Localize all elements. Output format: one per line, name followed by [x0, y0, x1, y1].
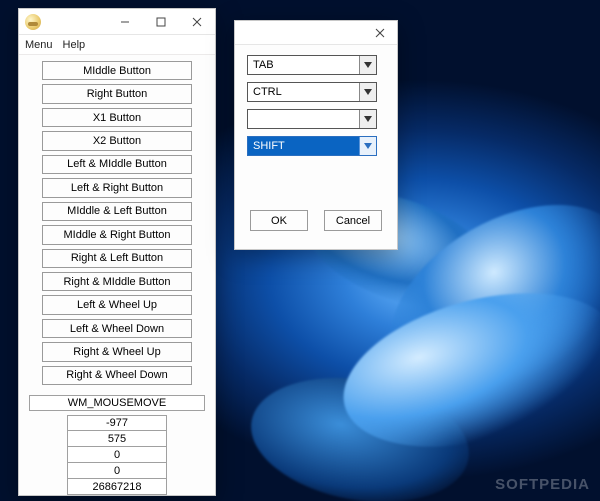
- app-icon: [25, 14, 41, 30]
- button-left-middle[interactable]: Left & MIddle Button: [42, 155, 192, 174]
- button-x2[interactable]: X2 Button: [42, 131, 192, 150]
- button-left-wheeldown[interactable]: Left & Wheel Down: [42, 319, 192, 338]
- minimize-button[interactable]: [107, 9, 143, 35]
- button-left-wheelup[interactable]: Left & Wheel Up: [42, 295, 192, 314]
- button-middle-left[interactable]: MIddle & Left Button: [42, 202, 192, 221]
- button-right-left[interactable]: Right & Left Button: [42, 249, 192, 268]
- key-dialog: TAB CTRL SHIFT OK Cancel: [234, 20, 398, 250]
- combo-value: TAB: [248, 56, 359, 74]
- data-cell: -977: [67, 415, 167, 431]
- titlebar[interactable]: [19, 9, 215, 35]
- watermark-text: SOFTPEDIA: [495, 476, 590, 493]
- chevron-down-icon[interactable]: [359, 56, 376, 74]
- button-right[interactable]: Right Button: [42, 84, 192, 103]
- dialog-body: TAB CTRL SHIFT: [235, 45, 397, 156]
- combo-2[interactable]: CTRL: [247, 82, 377, 102]
- combo-value: [248, 110, 359, 128]
- combo-3[interactable]: [247, 109, 377, 129]
- main-window: Menu Help MIddle Button Right Button X1 …: [18, 8, 216, 496]
- close-button[interactable]: [179, 9, 215, 35]
- maximize-icon: [156, 17, 166, 27]
- button-middle[interactable]: MIddle Button: [42, 61, 192, 80]
- dialog-titlebar[interactable]: [235, 21, 397, 45]
- menubar: Menu Help: [19, 35, 215, 55]
- button-right-wheeldown[interactable]: Right & Wheel Down: [42, 366, 192, 385]
- data-readout: -977 575 0 0 26867218: [67, 415, 167, 495]
- combo-value: SHIFT: [248, 137, 359, 155]
- close-icon: [375, 28, 385, 38]
- button-x1[interactable]: X1 Button: [42, 108, 192, 127]
- close-icon: [192, 17, 202, 27]
- dialog-button-row: OK Cancel: [235, 210, 397, 235]
- combo-value: CTRL: [248, 83, 359, 101]
- button-right-wheelup[interactable]: Right & Wheel Up: [42, 342, 192, 361]
- button-left-right[interactable]: Left & Right Button: [42, 178, 192, 197]
- data-cell: 0: [67, 447, 167, 463]
- chevron-down-icon[interactable]: [359, 110, 376, 128]
- minimize-icon: [120, 17, 130, 27]
- chevron-down-icon[interactable]: [359, 137, 376, 155]
- combo-4[interactable]: SHIFT: [247, 136, 377, 156]
- data-cell: 26867218: [67, 479, 167, 495]
- menu-item-menu[interactable]: Menu: [25, 39, 53, 51]
- combo-1[interactable]: TAB: [247, 55, 377, 75]
- maximize-button[interactable]: [143, 9, 179, 35]
- main-body: MIddle Button Right Button X1 Button X2 …: [19, 55, 215, 495]
- dialog-close-button[interactable]: [363, 21, 397, 45]
- data-cell: 0: [67, 463, 167, 479]
- button-middle-right[interactable]: MIddle & Right Button: [42, 225, 192, 244]
- menu-item-help[interactable]: Help: [63, 39, 86, 51]
- ok-button[interactable]: OK: [250, 210, 308, 231]
- chevron-down-icon[interactable]: [359, 83, 376, 101]
- cancel-button[interactable]: Cancel: [324, 210, 382, 231]
- status-message: WM_MOUSEMOVE: [29, 395, 205, 411]
- data-cell: 575: [67, 431, 167, 447]
- button-right-middle[interactable]: Right & MIddle Button: [42, 272, 192, 291]
